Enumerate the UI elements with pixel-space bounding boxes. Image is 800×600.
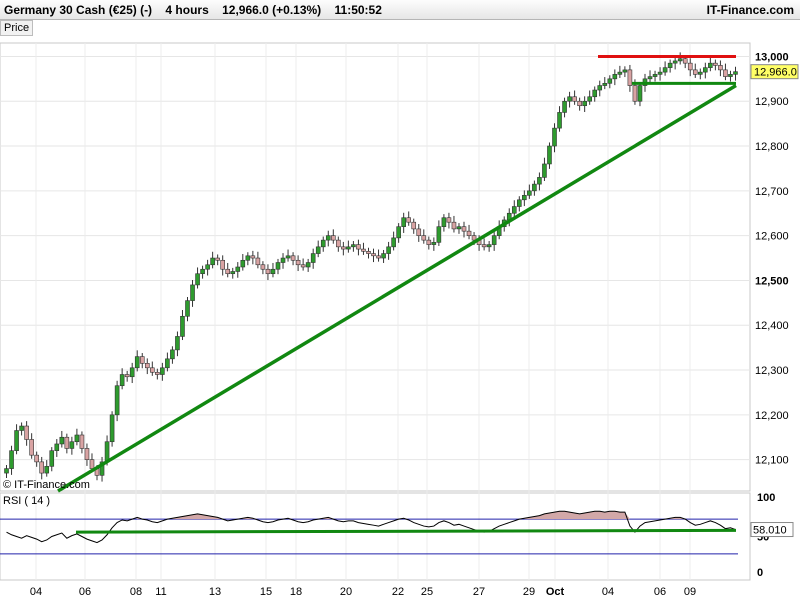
x-tick-label: 25 [421,586,433,598]
y-tick-label: 12,400 [755,320,789,332]
x-tick-label: 04 [30,586,42,598]
candle [114,380,120,422]
x-tick-label: 29 [523,586,535,598]
rsi-y-tick-label: 0 [757,567,763,579]
watermark-text: © IT-Finance.com [3,479,90,491]
y-tick-label: 12,200 [755,410,789,422]
candle [109,411,115,447]
x-tick-label: 04 [602,586,614,598]
x-tick-label: 22 [392,586,404,598]
x-tick-label: 15 [260,586,272,598]
y-tick-label: 12,500 [755,275,789,287]
x-tick-label: Oct [546,586,565,598]
x-tick-label: 20 [340,586,352,598]
x-tick-label: 11 [155,586,166,598]
time-x-axis: 04 06 08 11 13 15 18 20 22 25 27 29 Oct 04 06 09 [30,586,696,598]
x-tick-label: 27 [473,586,485,598]
x-tick-label: 18 [290,586,302,598]
price-y-axis: 12,100 12,200 12,300 12,400 12,500 12,600 12,7… [750,51,799,467]
y-tick-label: 12,700 [755,186,789,198]
y-tick-label: 12,900 [755,96,789,108]
rsi-y-tick-label: 100 [757,492,775,504]
y-tick-label: 12,100 [755,455,789,467]
rsi-trendline [75,528,737,534]
y-tick-label: 12,600 [755,231,789,243]
x-tick-label: 06 [654,586,666,598]
rsi-label: RSI ( 14 ) [3,495,50,507]
rsi-panel [0,492,751,581]
x-tick-label: 09 [684,586,696,598]
rsi-last-value: 58.010 [753,525,787,537]
x-tick-label: 08 [130,586,142,598]
y-tick-label: 12,300 [755,365,789,377]
chart-canvas[interactable]: 10050058.010 12,10012,20012,30012,40012,… [0,0,800,600]
x-tick-label: 13 [209,586,221,598]
y-tick-label: 13,000 [755,51,789,63]
x-tick-label: 06 [79,586,91,598]
last-price-value: 12,966.0 [754,67,797,79]
y-tick-label: 12,800 [755,141,789,153]
